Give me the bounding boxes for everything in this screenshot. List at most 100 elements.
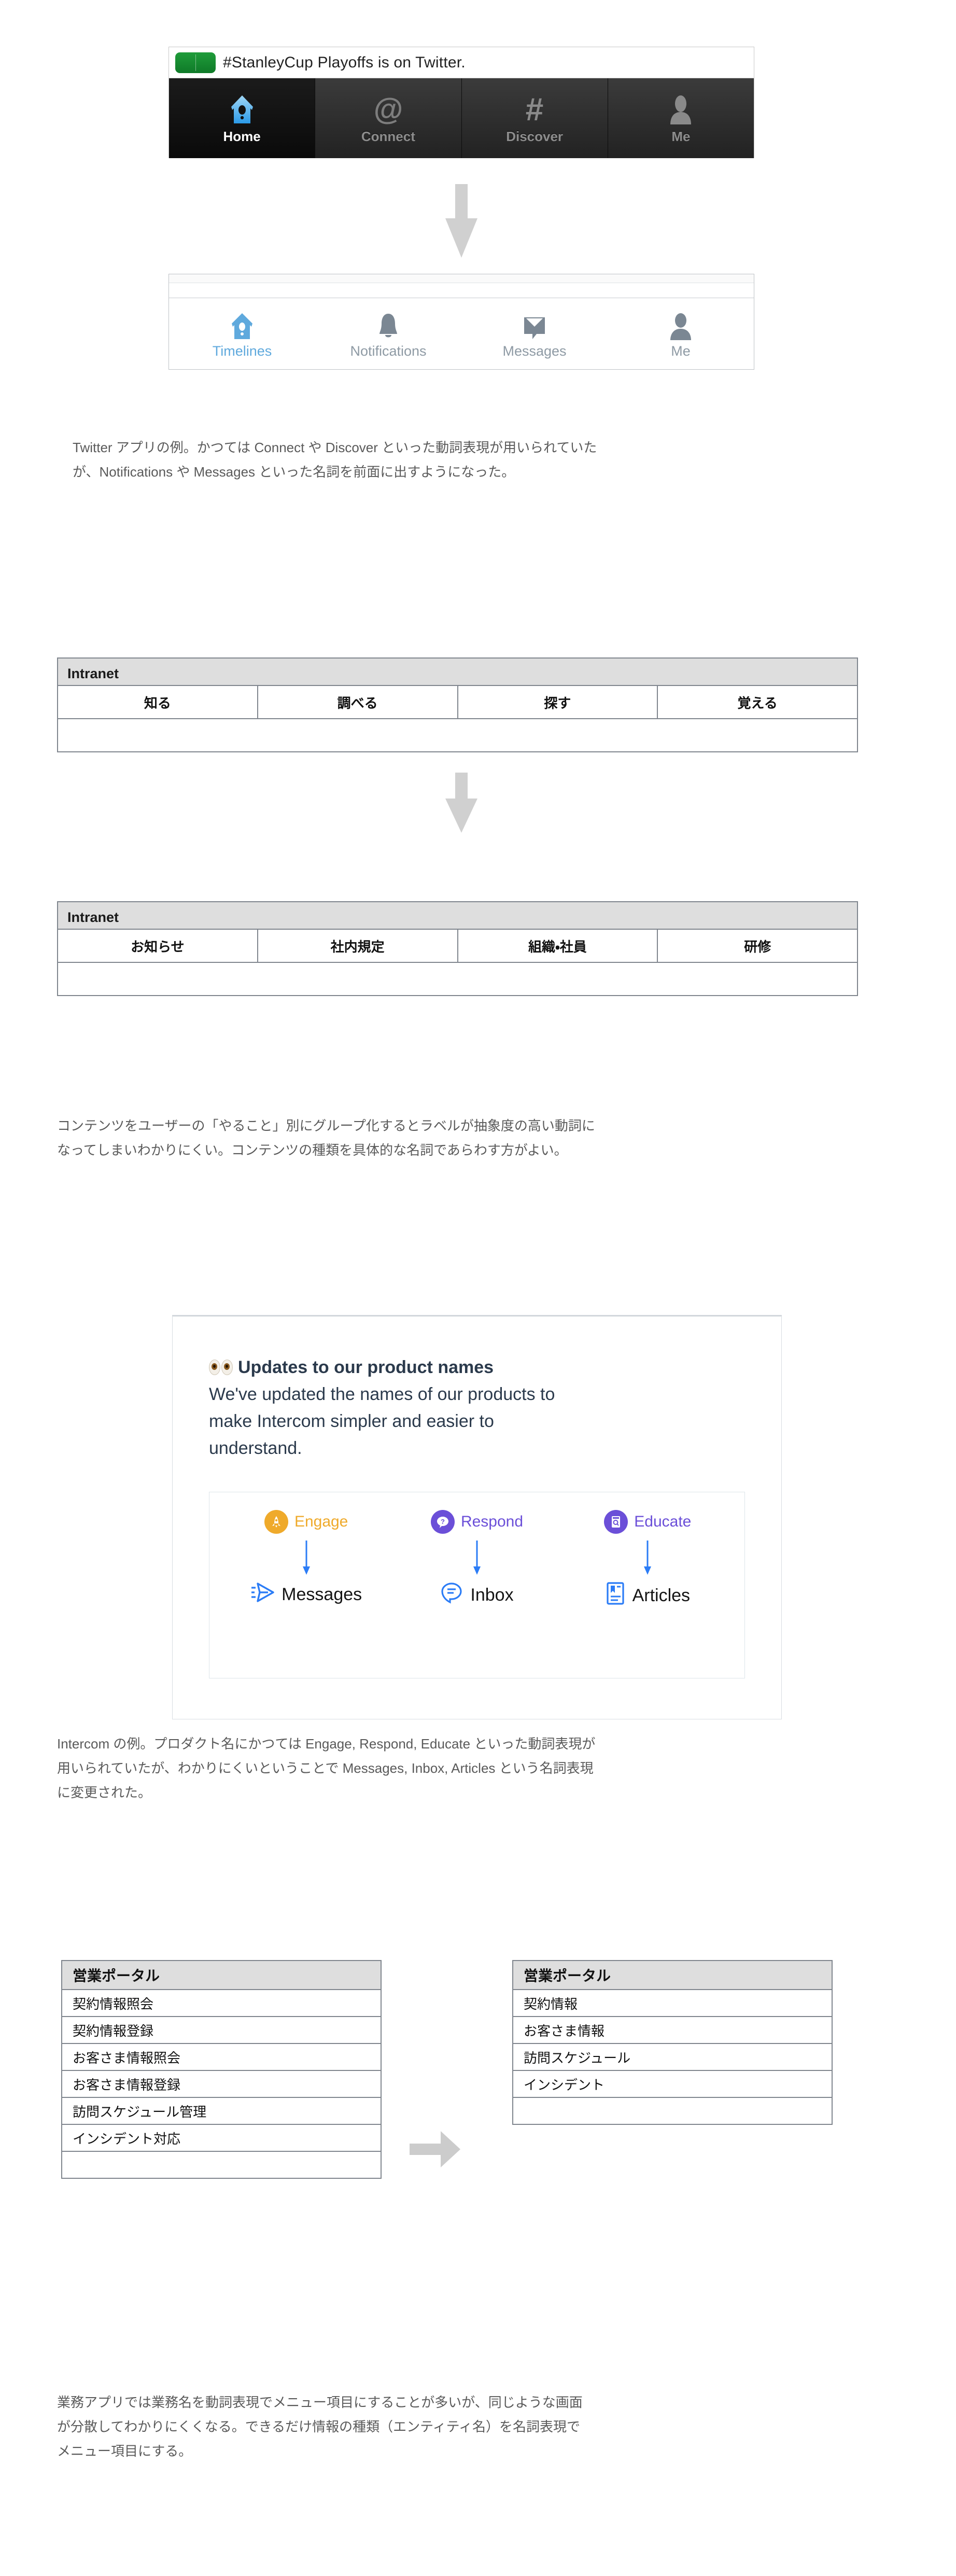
- tab-discover[interactable]: # Discover: [462, 78, 608, 158]
- caption-sales-line1: 業務アプリでは業務名を動詞表現でメニュー項目にすることが多いが、同じような画面: [57, 2395, 583, 2410]
- twitter-old-tabbar: Home @ Connect # Discover Me: [169, 78, 754, 158]
- intercom-old-name-row: Engage: [264, 1510, 348, 1534]
- at-sign-icon: @: [372, 92, 404, 125]
- intranet-before-title: Intranet: [58, 659, 857, 686]
- header-strip: [169, 283, 754, 298]
- tab-notifications[interactable]: Notifications: [315, 298, 461, 369]
- caption-twitter-line1: Twitter アプリの例。かつては Connect や Discover とい…: [73, 440, 597, 455]
- down-arrow-icon: [445, 184, 477, 258]
- intercom-old-label-educate: Educate: [634, 1513, 692, 1530]
- intranet-before-tab-1[interactable]: 調べる: [258, 686, 458, 718]
- right-arrow-icon: [410, 2131, 460, 2167]
- svg-text:#: #: [526, 93, 543, 125]
- caption-sales-line2: が分散してわかりにくくなる。できるだけ情報の種類（エンティティ名）を名詞表現で: [57, 2419, 581, 2434]
- intercom-old-label-engage: Engage: [294, 1513, 348, 1530]
- intercom-pair-engage: Engage Messages: [221, 1510, 391, 1664]
- intranet-after-tab-2[interactable]: 組織・社員: [458, 930, 658, 962]
- twitter-old-app-screenshot: #StanleyCup Playoffs is on Twitter. Home: [168, 47, 754, 158]
- intercom-new-label-messages: Messages: [282, 1585, 362, 1604]
- sales-portal-before: 営業ポータル 契約情報照会 契約情報登録 お客さま情報照会 お客さま情報登録 訪…: [61, 1960, 382, 2179]
- intranet-after-tabrow: お知らせ 社内規定 組織・社員 研修: [58, 930, 857, 963]
- twitter-new-tabbar: Timelines Notifications Messages Me: [169, 298, 754, 369]
- tab-home-label: Home: [223, 128, 261, 144]
- chat-lines-icon: [440, 1581, 463, 1609]
- intercom-rename-grid: Engage Messages ? Respond Inbox Educate …: [209, 1492, 745, 1678]
- envelope-icon: [521, 308, 548, 341]
- sales-portal-after-item-3[interactable]: インシデント: [512, 2071, 833, 2098]
- person-icon: [668, 308, 693, 341]
- sales-portal-before-item-0[interactable]: 契約情報照会: [61, 1990, 382, 2017]
- tab-home[interactable]: Home: [169, 78, 316, 158]
- tab-messages-label: Messages: [502, 343, 567, 359]
- intercom-new-label-articles: Articles: [632, 1586, 691, 1605]
- intercom-new-name-row: Messages: [250, 1581, 362, 1608]
- caption-twitter: Twitter アプリの例。かつては Connect や Discover とい…: [73, 436, 597, 484]
- down-arrow-icon: [445, 773, 477, 833]
- search-document-icon: [604, 1510, 628, 1534]
- sales-portal-before-title: 営業ポータル: [61, 1960, 382, 1990]
- tab-me-label: Me: [671, 343, 691, 359]
- caption-intranet-line1: コンテンツをユーザーの「やること」別にグループ化するとラベルが抽象度の高い動詞に: [57, 1118, 595, 1133]
- sales-portal-after-item-2[interactable]: 訪問スケジュール: [512, 2044, 833, 2071]
- sales-portal-before-item-3[interactable]: お客さま情報登録: [61, 2071, 382, 2098]
- caption-intercom-line1: Intercom の例。プロダクト名にかつては Engage, Respond,…: [57, 1736, 596, 1752]
- caption-intercom-line2: 用いられていたが、わかりにくいということで Messages, Inbox, A…: [57, 1760, 594, 1776]
- paper-plane-icon: [250, 1581, 274, 1608]
- tab-discover-label: Discover: [506, 128, 564, 144]
- status-strip: [169, 274, 754, 283]
- intranet-table-before: Intranet 知る 調べる 探す 覚える: [57, 657, 858, 752]
- tab-timelines-label: Timelines: [212, 343, 272, 359]
- tab-connect[interactable]: @ Connect: [315, 78, 462, 158]
- tab-notifications-label: Notifications: [350, 343, 427, 359]
- rocket-icon: [264, 1510, 288, 1534]
- intranet-after-title: Intranet: [58, 902, 857, 930]
- bell-icon: [376, 308, 400, 341]
- down-arrow-icon: [301, 1534, 312, 1581]
- intercom-new-label-inbox: Inbox: [470, 1585, 514, 1605]
- sales-portal-before-item-5[interactable]: インシデント対応: [61, 2125, 382, 2152]
- document-page: #StanleyCup Playoffs is on Twitter. Home: [0, 0, 956, 2576]
- tab-me[interactable]: Me: [608, 78, 754, 158]
- sales-portal-after-item-0[interactable]: 契約情報: [512, 1990, 833, 2017]
- sales-portal-after-title: 営業ポータル: [512, 1960, 833, 1990]
- sales-portal-before-item-2[interactable]: お客さま情報照会: [61, 2044, 382, 2071]
- caption-sales-portal: 業務アプリでは業務名を動詞表現でメニュー項目にすることが多いが、同じような画面 …: [57, 2390, 583, 2463]
- intranet-before-tab-0[interactable]: 知る: [58, 686, 258, 718]
- sales-portal-before-item-4[interactable]: 訪問スケジュール管理: [61, 2098, 382, 2125]
- sales-portal-after: 営業ポータル 契約情報 お客さま情報 訪問スケジュール インシデント: [512, 1960, 833, 2125]
- caption-intranet-line2: なってしまいわかりにくい。コンテンツの種類を具体的な名詞であらわす方がよい。: [57, 1142, 568, 1158]
- tab-connect-label: Connect: [361, 128, 415, 144]
- sales-portal-before-item-1[interactable]: 契約情報登録: [61, 2017, 382, 2044]
- green-video-thumbnail-icon: [175, 52, 216, 73]
- intranet-before-tabrow: 知る 調べる 探す 覚える: [58, 686, 857, 719]
- caption-intercom-line3: に変更された。: [57, 1785, 152, 1800]
- caption-intranet: コンテンツをユーザーの「やること」別にグループ化するとラベルが抽象度の高い動詞に…: [57, 1114, 595, 1163]
- promo-banner-text: #StanleyCup Playoffs is on Twitter.: [223, 53, 466, 71]
- intranet-after-tab-3[interactable]: 研修: [658, 930, 857, 962]
- intercom-body-line2: make Intercom simpler and easier to: [209, 1411, 494, 1431]
- svg-text:@: @: [374, 93, 403, 125]
- tab-me-label: Me: [671, 128, 691, 144]
- home-birdhouse-icon: [227, 92, 257, 125]
- home-birdhouse-icon: [229, 308, 256, 341]
- svg-text:?: ?: [441, 1518, 445, 1525]
- intercom-old-name-row: Educate: [604, 1510, 691, 1534]
- intranet-after-tab-1[interactable]: 社内規定: [258, 930, 458, 962]
- intranet-before-tab-3[interactable]: 覚える: [658, 686, 857, 718]
- intercom-heading-row: Updates to our product names: [209, 1354, 750, 1381]
- intranet-after-tab-0[interactable]: お知らせ: [58, 930, 258, 962]
- intercom-old-name-row: ? Respond: [430, 1510, 523, 1534]
- tab-timelines[interactable]: Timelines: [169, 298, 315, 369]
- intercom-new-name-row: Articles: [606, 1581, 690, 1610]
- intercom-announcement-card: Updates to our product names We've updat…: [172, 1315, 782, 1719]
- sales-portal-after-item-1[interactable]: お客さま情報: [512, 2017, 833, 2044]
- caption-sales-line3: メニュー項目にする。: [57, 2443, 192, 2459]
- intercom-body-line3: understand.: [209, 1438, 302, 1458]
- down-arrow-icon: [642, 1534, 653, 1581]
- twitter-promoted-banner: #StanleyCup Playoffs is on Twitter.: [169, 47, 754, 78]
- tab-messages[interactable]: Messages: [461, 298, 608, 369]
- caption-intercom: Intercom の例。プロダクト名にかつては Engage, Respond,…: [57, 1732, 595, 1805]
- intranet-before-tab-2[interactable]: 探す: [458, 686, 658, 718]
- sales-portal-after-blank: [512, 2098, 833, 2125]
- tab-me[interactable]: Me: [608, 298, 754, 369]
